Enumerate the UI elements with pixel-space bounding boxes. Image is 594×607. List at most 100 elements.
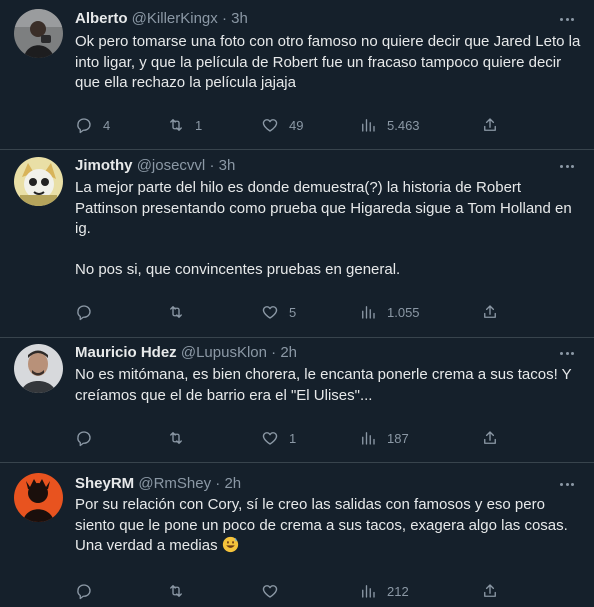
tweet[interactable]: Alberto @KillerKingx · 3h Ok pero tomars…: [0, 0, 594, 150]
tweet-text: No es mitómana, es bien chorera, le enca…: [75, 365, 582, 406]
share-button[interactable]: [481, 581, 499, 601]
timestamp[interactable]: 2h: [224, 475, 241, 492]
more-icon-dot: [565, 17, 569, 21]
reply-button[interactable]: [75, 581, 103, 601]
views-chart-icon: [362, 306, 375, 319]
like-button[interactable]: 1: [261, 428, 296, 448]
retweet-count: 1: [195, 117, 203, 133]
tweet[interactable]: Mauricio Hdez @LupusKlon · 2h No es mitó…: [0, 338, 594, 463]
share-button[interactable]: [481, 428, 499, 448]
like-count: 1: [289, 430, 297, 446]
tweet-feed: Alberto @KillerKingx · 3h Ok pero tomars…: [0, 0, 594, 607]
user-handle[interactable]: @RmShey: [138, 475, 211, 492]
retweet-button[interactable]: [167, 428, 195, 448]
tweet-header: SheyRM @RmShey · 2h: [75, 474, 554, 494]
share-button[interactable]: [481, 115, 499, 135]
avatar-image: [14, 473, 63, 522]
reply-icon: [77, 118, 91, 134]
views-count: 5.463: [387, 117, 420, 133]
display-name[interactable]: Mauricio Hdez: [75, 344, 177, 361]
more-icon-dot: [571, 17, 574, 21]
tweet-actions: 4 1 49 5.463: [75, 115, 515, 135]
grinning-sweat-emoji: [222, 536, 238, 553]
reply-button[interactable]: 4: [75, 115, 110, 135]
share-icon: [484, 118, 496, 131]
heart-icon: [262, 119, 278, 132]
views-chart-icon: [362, 585, 375, 598]
retweet-icon: [170, 306, 182, 318]
avatar-image: [14, 157, 63, 206]
tweet-paragraph-text: Por su relación con Cory, sí le creo las…: [75, 496, 568, 554]
like-count: 5: [289, 304, 297, 320]
heart-icon: [262, 585, 278, 598]
avatar-mauricio[interactable]: [14, 344, 63, 393]
display-name[interactable]: Alberto: [75, 10, 128, 27]
more-icon-dot: [571, 351, 574, 355]
retweet-button[interactable]: 1: [167, 115, 202, 135]
views-count: 1.055: [387, 304, 420, 320]
heart-icon: [262, 432, 278, 445]
tweet-paragraph: La mejor parte del hilo es donde demuest…: [75, 179, 572, 237]
reply-button[interactable]: [75, 428, 103, 448]
share-icon: [484, 584, 496, 597]
retweet-icon: [170, 585, 182, 597]
avatar-sheyrm[interactable]: [14, 473, 63, 522]
views-count: 212: [387, 583, 409, 599]
more-icon: [560, 17, 563, 21]
tweet-header: Jimothy @josecvvl · 3h: [75, 156, 554, 176]
more-icon: [560, 351, 563, 355]
retweet-button[interactable]: [167, 581, 195, 601]
tweet[interactable]: Jimothy @josecvvl · 3h La mejor parte de…: [0, 150, 594, 338]
views-button[interactable]: 1.055: [359, 302, 420, 322]
more-icon-dot: [571, 164, 574, 168]
reply-button[interactable]: [75, 302, 103, 322]
tweet[interactable]: SheyRM @RmShey · 2h Por su relación con …: [0, 463, 594, 607]
tweet-text: Por su relación con Cory, sí le creo las…: [75, 495, 582, 557]
user-handle[interactable]: @LupusKlon: [181, 344, 267, 361]
avatar-image: [14, 344, 63, 393]
share-button[interactable]: [481, 302, 499, 322]
views-button[interactable]: 5.463: [359, 115, 420, 135]
views-button[interactable]: 187: [359, 428, 409, 448]
more-icon-dot: [565, 164, 569, 168]
reply-icon: [77, 431, 91, 447]
display-name[interactable]: SheyRM: [75, 475, 134, 492]
display-name[interactable]: Jimothy: [75, 157, 133, 174]
more-icon-dot: [565, 351, 569, 355]
more-options-button[interactable]: [556, 156, 578, 176]
views-button[interactable]: 212: [359, 581, 409, 601]
timestamp[interactable]: 3h: [231, 10, 248, 27]
like-button[interactable]: 5: [261, 302, 296, 322]
tweet-paragraph: No es mitómana, es bien chorera, le enca…: [75, 366, 572, 404]
reply-count: 4: [103, 117, 111, 133]
like-button[interactable]: 49: [261, 115, 303, 135]
timestamp[interactable]: 3h: [219, 157, 236, 174]
more-icon-dot: [571, 482, 574, 486]
retweet-icon: [170, 119, 182, 131]
tweet-paragraph: Por su relación con Cory, sí le creo las…: [75, 495, 582, 557]
retweet-icon: [170, 432, 182, 444]
separator-dot: ·: [221, 10, 227, 27]
separator-dot: ·: [215, 475, 221, 492]
share-icon: [484, 305, 496, 318]
more-icon: [560, 482, 563, 486]
more-options-button[interactable]: [556, 9, 578, 29]
avatar-jimothy[interactable]: [14, 157, 63, 206]
user-handle[interactable]: @KillerKingx: [132, 10, 218, 27]
user-handle[interactable]: @josecvvl: [137, 157, 206, 174]
views-chart-icon: [362, 432, 375, 445]
more-options-button[interactable]: [556, 343, 578, 363]
like-button[interactable]: [261, 581, 289, 601]
tweet-actions: 212: [75, 581, 515, 601]
share-icon: [484, 431, 496, 444]
more-options-button[interactable]: [556, 474, 578, 494]
timestamp[interactable]: 2h: [280, 344, 297, 361]
tweet-text: La mejor parte del hilo es donde demuest…: [75, 178, 582, 280]
tweet-paragraph: No pos si, que convincentes pruebas en g…: [75, 260, 401, 278]
avatar-alberto[interactable]: [14, 9, 63, 58]
tweet-text: Ok pero tomarse una foto con otro famoso…: [75, 32, 582, 94]
heart-icon: [262, 306, 278, 319]
tweet-header: Mauricio Hdez @LupusKlon · 2h: [75, 343, 554, 363]
retweet-button[interactable]: [167, 302, 195, 322]
tweet-header: Alberto @KillerKingx · 3h: [75, 9, 554, 29]
